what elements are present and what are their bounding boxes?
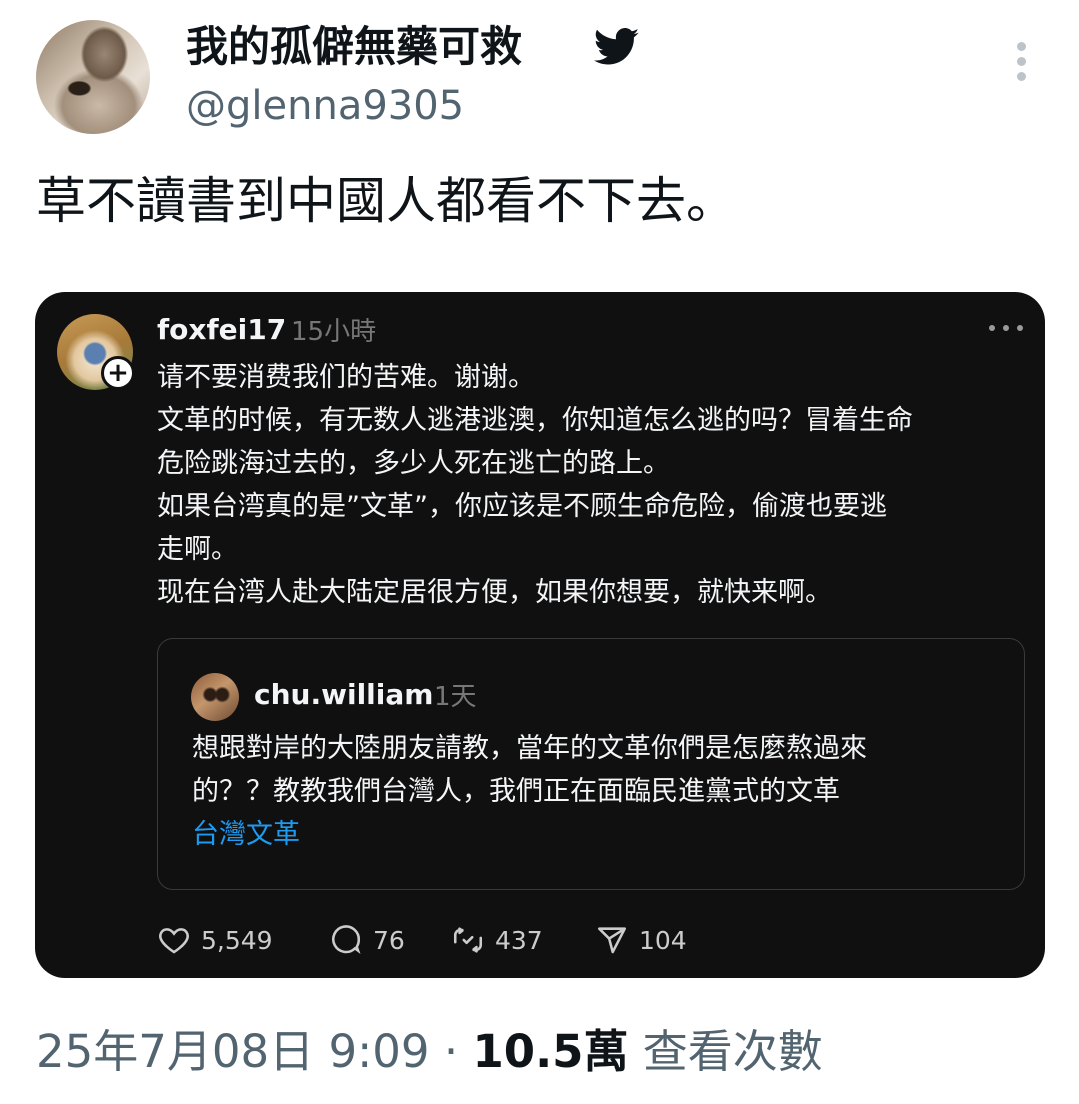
comment-action: 76 bbox=[329, 920, 405, 960]
send-icon bbox=[597, 927, 627, 954]
quoted-hashtag: 台灣文革 bbox=[192, 819, 300, 850]
post-timestamp: 15小時 bbox=[291, 317, 377, 347]
like-count: 5,549 bbox=[201, 925, 273, 955]
post-username: foxfei17 bbox=[157, 313, 287, 346]
author-handle[interactable]: @glenna9305 bbox=[186, 78, 464, 134]
embedded-post-image[interactable]: + foxfei17 15小時 请不要消费我们的苦难。谢谢。 文革的时候，有无数… bbox=[35, 292, 1045, 978]
follow-plus-icon: + bbox=[101, 356, 135, 390]
quoted-body: 想跟對岸的大陸朋友請教，當年的文革你們是怎麼熬過來 的？？教教我們台灣人，我們正… bbox=[192, 727, 1012, 856]
tweet-timestamp[interactable]: 25年7月08日 9:09 bbox=[36, 1025, 430, 1078]
post-line: 危险跳海过去的，多少人死在逃亡的路上。 bbox=[157, 448, 670, 479]
post-line: 走啊。 bbox=[157, 534, 238, 565]
post-line: 请不要消费我们的苦难。谢谢。 bbox=[157, 362, 535, 393]
post-body: 请不要消费我们的苦难。谢谢。 文革的时候，有无数人逃港逃澳，你知道怎么逃的吗？冒… bbox=[157, 356, 1027, 614]
quoted-post: chu.william 1天 想跟對岸的大陸朋友請教，當年的文革你們是怎麼熬過來… bbox=[157, 638, 1025, 890]
more-vertical-icon[interactable] bbox=[1004, 42, 1038, 92]
view-count: 10.5萬 bbox=[472, 1025, 629, 1078]
view-count-label: 查看次數 bbox=[642, 1025, 823, 1078]
twitter-bird-icon bbox=[594, 28, 640, 65]
quoted-line: 的？？教教我們台灣人，我們正在面臨民進黨式的文革 bbox=[192, 776, 840, 807]
quoted-username: chu.william bbox=[254, 678, 434, 711]
author-display-name[interactable]: 我的孤僻無藥可救 bbox=[186, 18, 522, 76]
share-action: 104 bbox=[595, 920, 687, 960]
meta-separator: · bbox=[443, 1025, 459, 1078]
quoted-author-avatar bbox=[191, 673, 239, 721]
quoted-timestamp: 1天 bbox=[434, 682, 477, 712]
repost-action: 437 bbox=[451, 920, 543, 960]
tweet-text: 草不讀書到中國人都看不下去。 bbox=[36, 172, 736, 230]
heart-icon bbox=[159, 928, 189, 954]
quoted-line: 想跟對岸的大陸朋友請教，當年的文革你們是怎麼熬過來 bbox=[192, 733, 867, 764]
repost-icon bbox=[453, 927, 483, 953]
repost-count: 437 bbox=[495, 925, 543, 955]
comment-count: 76 bbox=[373, 925, 405, 955]
author-avatar[interactable] bbox=[36, 20, 150, 134]
tweet-meta: 25年7月08日 9:09 · 10.5萬 查看次數 bbox=[36, 1022, 823, 1082]
like-action: 5,549 bbox=[157, 920, 273, 960]
share-count: 104 bbox=[639, 925, 687, 955]
post-line: 如果台湾真的是”文革”，你应该是不顾生命危险，偷渡也要逃 bbox=[157, 491, 887, 522]
post-line: 现在台湾人赴大陆定居很方便，如果你想要，就快来啊。 bbox=[157, 577, 832, 608]
post-more-icon bbox=[989, 322, 1023, 334]
comment-icon bbox=[332, 925, 361, 954]
post-line: 文革的时候，有无数人逃港逃澳，你知道怎么逃的吗？冒着生命 bbox=[157, 405, 913, 436]
